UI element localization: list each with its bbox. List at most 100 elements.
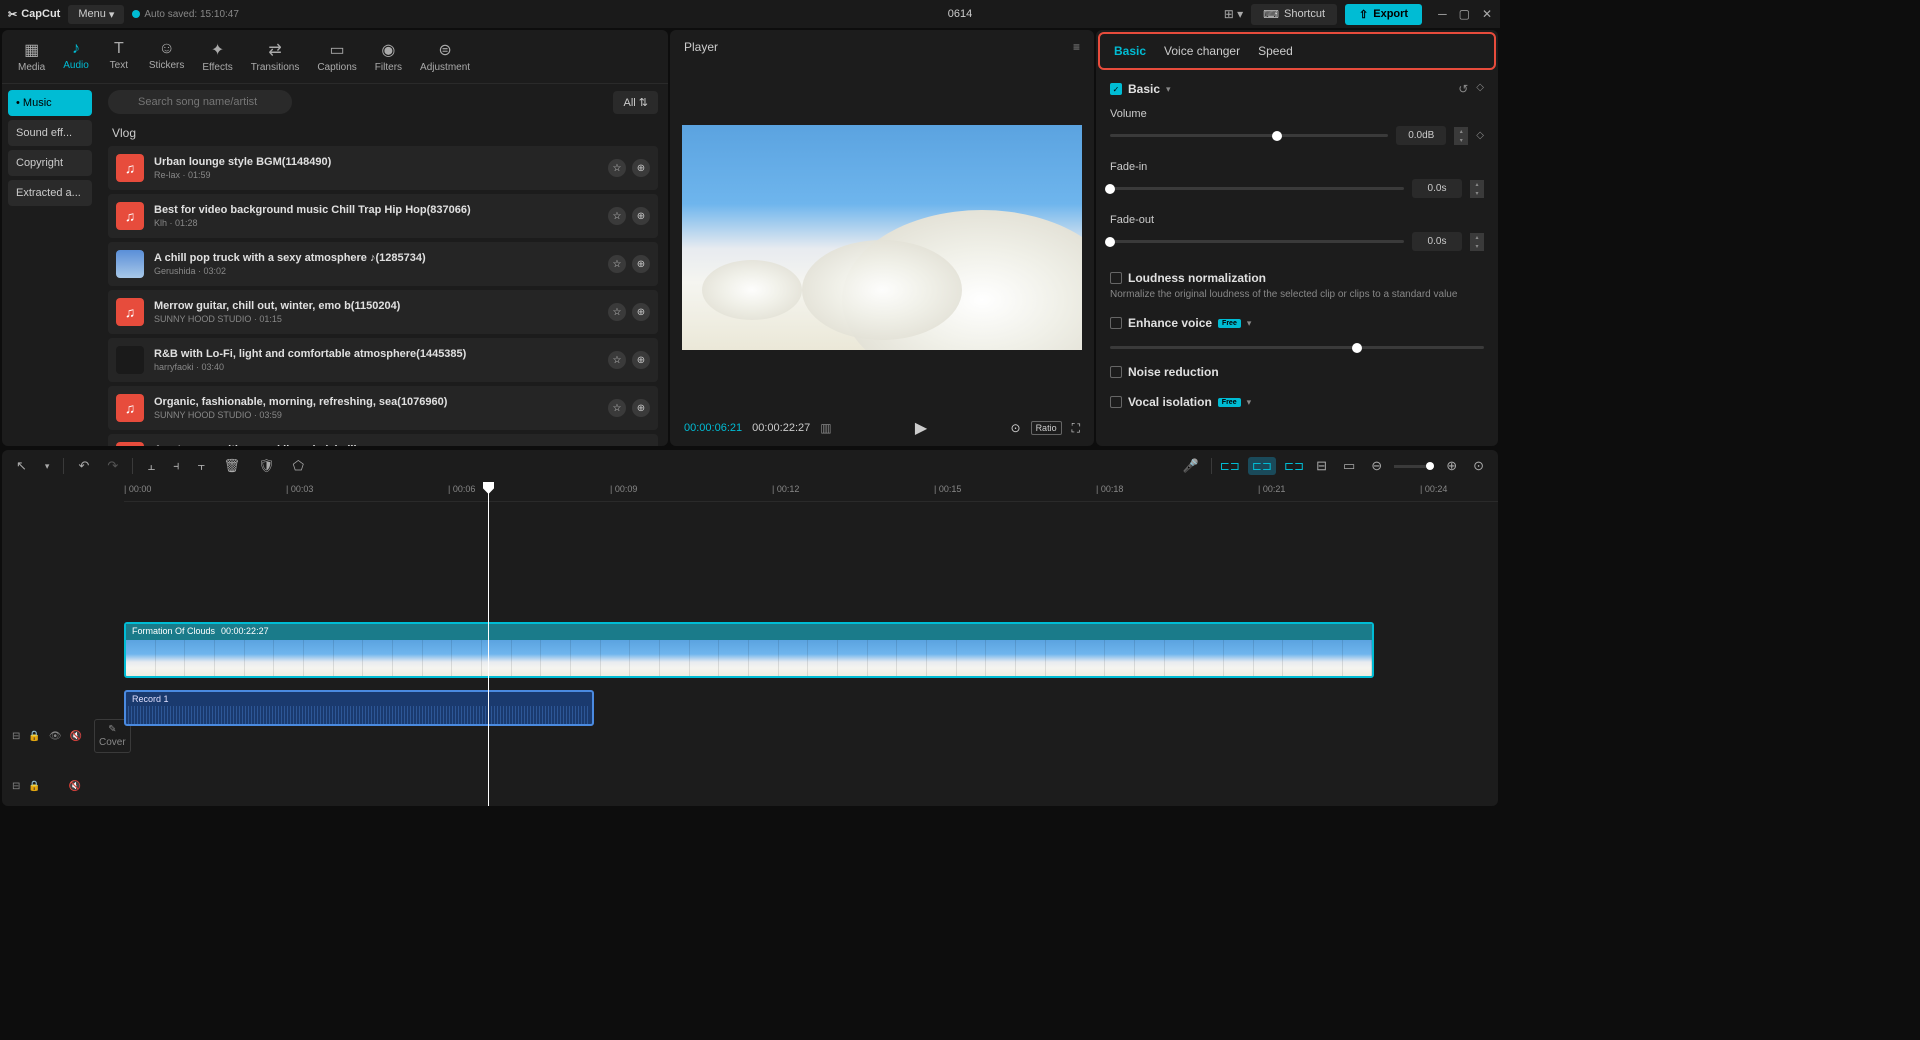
close-button[interactable]: ✕	[1482, 7, 1492, 21]
split-tool[interactable]: ⫠	[143, 454, 159, 478]
loudness-checkbox[interactable]	[1110, 272, 1122, 284]
props-tab-speed[interactable]: Speed	[1258, 44, 1293, 58]
fadeout-value[interactable]	[1412, 232, 1462, 251]
download-icon[interactable]: ⊕	[632, 255, 650, 273]
shortcut-button[interactable]: ⌨ Shortcut	[1251, 4, 1337, 25]
timeline-ruler[interactable]: | 00:00| 00:03| 00:06| 00:09| 00:12| 00:…	[124, 482, 1498, 502]
media-tab-text[interactable]: TText	[99, 36, 139, 77]
volume-keyframe[interactable]: ◇	[1476, 130, 1484, 141]
layout-icon[interactable]: ⊞ ▾	[1224, 7, 1243, 21]
zoom-in[interactable]: ⊕	[1442, 454, 1461, 478]
download-icon[interactable]: ⊕	[632, 303, 650, 321]
vocal-checkbox[interactable]	[1110, 396, 1122, 408]
enhance-checkbox[interactable]	[1110, 317, 1122, 329]
fadein-up[interactable]: ▴	[1470, 180, 1484, 189]
song-item[interactable]: R&B with Lo-Fi, light and comfortable at…	[108, 338, 658, 382]
lock-icon[interactable]: 🔒	[28, 781, 40, 792]
fadein-value[interactable]	[1412, 179, 1462, 198]
compare-icon[interactable]: ▥	[820, 421, 831, 435]
select-dropdown[interactable]: ▾	[41, 457, 54, 476]
fadeout-up[interactable]: ▴	[1470, 233, 1484, 242]
song-item[interactable]: ♫ A cute song with a sparkling ukulele-l…	[108, 434, 658, 446]
marker2-tool[interactable]: ⬠	[289, 454, 308, 478]
enhance-slider[interactable]	[1110, 346, 1484, 349]
export-button[interactable]: ⇧ Export	[1345, 4, 1422, 25]
all-filter-button[interactable]: All ⇅	[613, 91, 658, 114]
media-tab-captions[interactable]: ▭Captions	[309, 36, 364, 77]
props-tab-voice-changer[interactable]: Voice changer	[1164, 44, 1240, 58]
sidebar-item-extracted-a-[interactable]: Extracted a...	[8, 180, 92, 206]
sidebar-item-copyright[interactable]: Copyright	[8, 150, 92, 176]
song-list[interactable]: ♫ Urban lounge style BGM(1148490) Re-lax…	[98, 146, 668, 446]
props-tab-basic[interactable]: Basic	[1114, 44, 1146, 58]
mute-icon[interactable]: 🔇	[69, 781, 81, 792]
volume-up[interactable]: ▴	[1454, 127, 1468, 136]
split-left-tool[interactable]: ⫞	[169, 454, 184, 478]
play-button[interactable]: ▶	[915, 418, 927, 438]
marker-tool[interactable]: 🛡	[254, 454, 279, 478]
fadeout-down[interactable]: ▾	[1470, 242, 1484, 251]
download-icon[interactable]: ⊕	[632, 159, 650, 177]
delete-tool[interactable]: 🗑	[220, 454, 245, 478]
song-item[interactable]: A chill pop truck with a sexy atmosphere…	[108, 242, 658, 286]
favorite-icon[interactable]: ☆	[608, 159, 626, 177]
media-tab-transitions[interactable]: ⇄Transitions	[243, 36, 308, 77]
volume-down[interactable]: ▾	[1454, 136, 1468, 145]
audio-clip[interactable]: Record 1	[124, 690, 594, 726]
media-tab-filters[interactable]: ◉Filters	[367, 36, 410, 77]
maximize-button[interactable]: ▢	[1459, 7, 1470, 21]
favorite-icon[interactable]: ☆	[608, 399, 626, 417]
player-viewport[interactable]	[670, 64, 1094, 410]
video-clip[interactable]: Formation Of Clouds 00:00:22:27	[124, 622, 1374, 678]
preview-toggle[interactable]: ⊏⊐	[1284, 459, 1304, 473]
basic-checkbox[interactable]: ✓	[1110, 83, 1122, 95]
player-menu-icon[interactable]: ≡	[1073, 40, 1080, 54]
keyframe-icon[interactable]: ◇	[1476, 82, 1484, 96]
media-tab-audio[interactable]: ♪Audio	[55, 36, 97, 77]
toggle-icon[interactable]: ⊟	[12, 781, 20, 792]
noise-checkbox[interactable]	[1110, 366, 1122, 378]
volume-value[interactable]	[1396, 126, 1446, 145]
fadein-slider[interactable]	[1110, 187, 1404, 190]
favorite-icon[interactable]: ☆	[608, 303, 626, 321]
crop-tool[interactable]: ▭	[1339, 454, 1359, 478]
media-tab-media[interactable]: ▦Media	[10, 36, 53, 77]
eye-icon[interactable]: 👁	[49, 731, 62, 742]
song-item[interactable]: ♫ Organic, fashionable, morning, refresh…	[108, 386, 658, 430]
fullscreen-icon[interactable]: ⛶	[1072, 421, 1080, 436]
mic-icon[interactable]: 🎤	[1179, 454, 1203, 478]
zoom-out[interactable]: ⊖	[1367, 454, 1386, 478]
align-tool[interactable]: ⊟	[1312, 454, 1331, 478]
toggle-icon[interactable]: ⊟	[12, 731, 20, 742]
search-input[interactable]	[108, 90, 292, 114]
song-item[interactable]: ♫ Merrow guitar, chill out, winter, emo …	[108, 290, 658, 334]
undo-button[interactable]: ↶	[74, 454, 93, 478]
sidebar-item-music[interactable]: • Music	[8, 90, 92, 116]
reset-icon[interactable]: ↺	[1458, 82, 1468, 96]
split-right-tool[interactable]: ⫟	[194, 454, 210, 478]
download-icon[interactable]: ⊕	[632, 399, 650, 417]
ratio-button[interactable]: Ratio	[1031, 421, 1062, 435]
sidebar-item-sound-eff-[interactable]: Sound eff...	[8, 120, 92, 146]
select-tool[interactable]: ↖	[12, 454, 31, 478]
favorite-icon[interactable]: ☆	[608, 207, 626, 225]
media-tab-effects[interactable]: ✦Effects	[194, 36, 240, 77]
mute-icon[interactable]: 🔇	[70, 731, 82, 742]
download-icon[interactable]: ⊕	[632, 351, 650, 369]
media-tab-adjustment[interactable]: ⊜Adjustment	[412, 36, 478, 77]
favorite-icon[interactable]: ☆	[608, 351, 626, 369]
media-tab-stickers[interactable]: ☺Stickers	[141, 36, 193, 77]
volume-slider[interactable]	[1110, 134, 1388, 137]
fadeout-slider[interactable]	[1110, 240, 1404, 243]
zoom-slider[interactable]	[1394, 465, 1434, 468]
magnet-toggle[interactable]: ⊏⊐	[1220, 459, 1240, 473]
minimize-button[interactable]: ─	[1438, 7, 1447, 21]
lock-icon[interactable]: 🔒	[28, 731, 40, 742]
zoom-fit[interactable]: ⊙	[1469, 454, 1488, 478]
playhead[interactable]	[488, 482, 489, 806]
redo-button[interactable]: ↷	[103, 454, 122, 478]
focus-icon[interactable]: ⊙	[1011, 421, 1021, 435]
favorite-icon[interactable]: ☆	[608, 255, 626, 273]
menu-button[interactable]: Menu ▾	[68, 5, 124, 24]
song-item[interactable]: ♫ Best for video background music Chill …	[108, 194, 658, 238]
